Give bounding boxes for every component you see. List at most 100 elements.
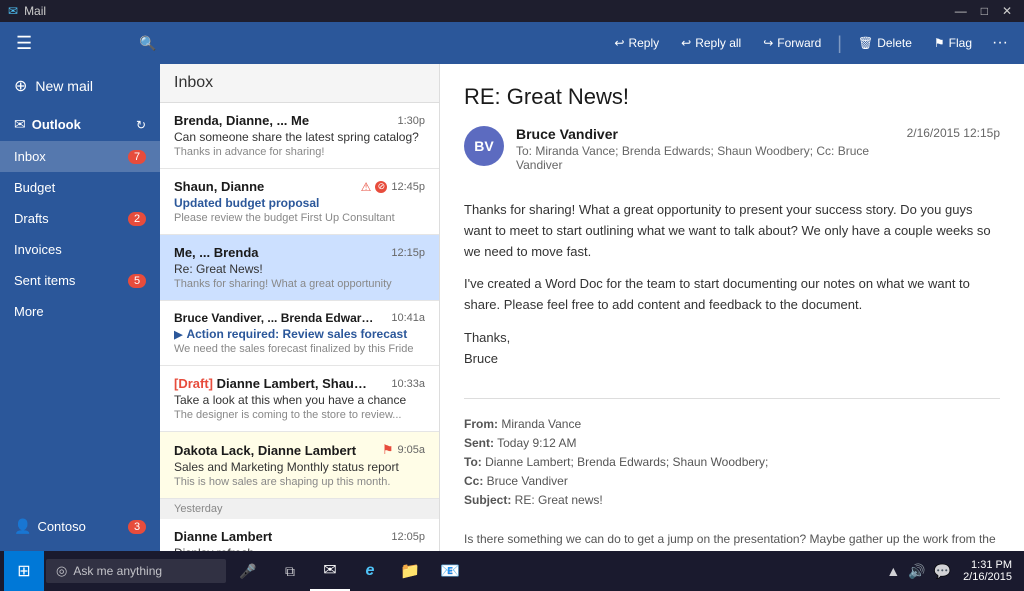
email-detail-subject: RE: Great News! — [464, 84, 1000, 110]
outlook-icon: ✉ — [14, 116, 26, 133]
email-preview: We need the sales forecast finalized by … — [174, 343, 425, 355]
email-preview: Thanks for sharing! What a great opportu… — [174, 278, 425, 290]
sidebar-account[interactable]: ✉ Outlook ↻ — [0, 108, 160, 141]
outlook-app-icon: 📧 — [440, 561, 460, 581]
email-preview: The designer is coming to the store to r… — [174, 409, 425, 421]
sidebar-item-more[interactable]: More — [0, 296, 160, 327]
search-placeholder: Ask me anything — [73, 564, 162, 578]
taskbar-explorer-app[interactable]: 📁 — [390, 551, 430, 591]
taskbar-task-view[interactable]: ⧉ — [270, 551, 310, 591]
reply-all-button[interactable]: ↩ Reply all — [671, 31, 751, 55]
taskbar-time-display: 1:31 PM — [963, 559, 1012, 571]
search-icon: 🔍 — [139, 35, 156, 52]
warning-icon: ⚠ — [361, 180, 372, 194]
contoso-badge: 3 — [128, 520, 146, 534]
email-sender: Brenda, Dianne, ... Me — [174, 113, 309, 128]
app-title: Mail — [24, 4, 46, 18]
email-list-header: Inbox — [160, 64, 439, 103]
sidebar-item-invoices[interactable]: Invoices — [0, 234, 160, 265]
email-subject: Display refresh — [174, 546, 425, 551]
minimize-button[interactable]: — — [951, 4, 971, 18]
close-button[interactable]: ✕ — [998, 4, 1016, 18]
draft-label: [Draft] — [174, 376, 213, 391]
reply-button[interactable]: ↩ Reply — [604, 31, 669, 55]
sidebar: ⊕ New mail ✉ Outlook ↻ Inbox 7 Budget Dr… — [0, 64, 160, 551]
invoices-label: Invoices — [14, 242, 62, 257]
sidebar-item-inbox[interactable]: Inbox 7 — [0, 141, 160, 172]
taskbar-mail-app[interactable]: ✉ — [310, 551, 350, 591]
expand-icon[interactable]: ▶ — [174, 329, 182, 341]
email-detail-meta: BV Bruce Vandiver To: Miranda Vance; Bre… — [464, 126, 1000, 184]
email-item[interactable]: Dianne Lambert 12:05p Display refresh Hi… — [160, 519, 439, 551]
title-bar: ✉ Mail — □ ✕ — [0, 0, 1024, 22]
email-item[interactable]: Bruce Vandiver, ... Brenda Edwards 10:41… — [160, 301, 439, 366]
forward-button[interactable]: ↪ Forward — [753, 31, 831, 55]
folder-icon: 📁 — [400, 561, 420, 581]
email-item[interactable]: Shaun, Dianne ⚠ ⊘ 12:45p Updated budget … — [160, 169, 439, 235]
email-time: 9:05a — [397, 444, 425, 456]
main-layout: ⊕ New mail ✉ Outlook ↻ Inbox 7 Budget Dr… — [0, 64, 1024, 551]
windows-icon: ⊞ — [17, 561, 30, 581]
taskbar-date-display: 2/16/2015 — [963, 571, 1012, 583]
email-quoted-1: From: Miranda Vance Sent: Today 9:12 AM … — [464, 415, 1000, 551]
notifications-icon[interactable]: 💬 — [934, 563, 951, 580]
email-item-flagged[interactable]: Dakota Lack, Dianne Lambert ⚑ 9:05a Sale… — [160, 432, 439, 499]
taskbar-outlook-app[interactable]: 📧 — [430, 551, 470, 591]
email-item-selected[interactable]: Me, ... Brenda 12:15p Re: Great News! Th… — [160, 235, 439, 301]
email-detail-info: Bruce Vandiver To: Miranda Vance; Brenda… — [516, 126, 895, 172]
sidebar-bottom: 👤 Contoso 3 — [0, 502, 160, 551]
email-item[interactable]: [Draft] Dianne Lambert, Shaun Wo 10:33a … — [160, 366, 439, 432]
email-detail-date: 2/16/2015 12:15p — [907, 126, 1000, 140]
system-tray-arrow[interactable]: ▲ — [886, 563, 900, 579]
sidebar-account-contoso[interactable]: 👤 Contoso 3 — [0, 510, 160, 543]
refresh-icon[interactable]: ↻ — [136, 118, 146, 132]
email-time: 12:45p — [391, 181, 425, 193]
taskbar-search[interactable]: ◎ Ask me anything — [46, 559, 226, 583]
email-sender: Me, ... Brenda — [174, 245, 259, 260]
email-sender: [Draft] Dianne Lambert, Shaun Wo — [174, 376, 374, 391]
start-button[interactable]: ⊞ — [4, 551, 44, 591]
email-detail: RE: Great News! BV Bruce Vandiver To: Mi… — [440, 64, 1024, 551]
mic-icon: 🎤 — [239, 563, 256, 580]
speaker-icon[interactable]: 🔊 — [908, 563, 925, 580]
sidebar-item-sent[interactable]: Sent items 5 — [0, 265, 160, 296]
taskbar-edge-app[interactable]: e — [350, 551, 390, 591]
person-icon: 👤 — [14, 518, 31, 535]
edge-icon: e — [366, 562, 375, 580]
delete-button[interactable]: 🗑 Delete — [848, 31, 922, 55]
email-body-para-1: Thanks for sharing! What a great opportu… — [464, 200, 1000, 262]
reply-all-icon: ↩ — [681, 36, 691, 50]
flag-button[interactable]: ⚑ Flag — [924, 31, 982, 55]
new-mail-button[interactable]: ⊕ New mail — [0, 64, 160, 108]
maximize-button[interactable]: □ — [977, 4, 992, 18]
taskbar-mic-button[interactable]: 🎤 — [228, 551, 268, 591]
taskbar-clock[interactable]: 1:31 PM 2/16/2015 — [963, 559, 1012, 583]
mail-app-icon: ✉ — [323, 560, 336, 580]
email-sender: Bruce Vandiver, ... Brenda Edwards — [174, 311, 374, 325]
blocked-icon: ⊘ — [375, 181, 387, 193]
search-area[interactable]: 🔍 — [48, 35, 248, 52]
email-item[interactable]: Brenda, Dianne, ... Me 1:30p Can someone… — [160, 103, 439, 169]
drafts-label: Drafts — [14, 211, 49, 226]
sidebar-item-budget[interactable]: Budget — [0, 172, 160, 203]
email-body-para-2: I've created a Word Doc for the team to … — [464, 274, 1000, 316]
email-time: 10:33a — [391, 378, 425, 390]
sender-avatar: BV — [464, 126, 504, 166]
delete-icon: 🗑 — [858, 36, 873, 50]
plus-circle-icon: ⊕ — [14, 76, 27, 96]
email-sender: Shaun, Dianne — [174, 179, 264, 194]
email-preview: Please review the budget First Up Consul… — [174, 212, 425, 224]
flag-indicator-icon: ⚑ — [382, 442, 394, 458]
more-actions-button[interactable]: ··· — [984, 29, 1016, 57]
taskbar-system-icons: ▲ 🔊 💬 — [878, 563, 959, 580]
inbox-badge: 7 — [128, 150, 146, 164]
hamburger-button[interactable]: ☰ — [8, 29, 40, 58]
email-time: 1:30p — [397, 115, 425, 127]
email-preview: This is how sales are shaping up this mo… — [174, 476, 425, 488]
email-body-para-3: Thanks,Bruce — [464, 328, 1000, 370]
email-body: Thanks for sharing! What a great opportu… — [464, 200, 1000, 382]
sidebar-item-drafts[interactable]: Drafts 2 — [0, 203, 160, 234]
drafts-badge: 2 — [128, 212, 146, 226]
cortana-icon: ◎ — [56, 563, 67, 579]
taskbar-apps: ⧉ ✉ e 📁 📧 — [270, 551, 470, 591]
